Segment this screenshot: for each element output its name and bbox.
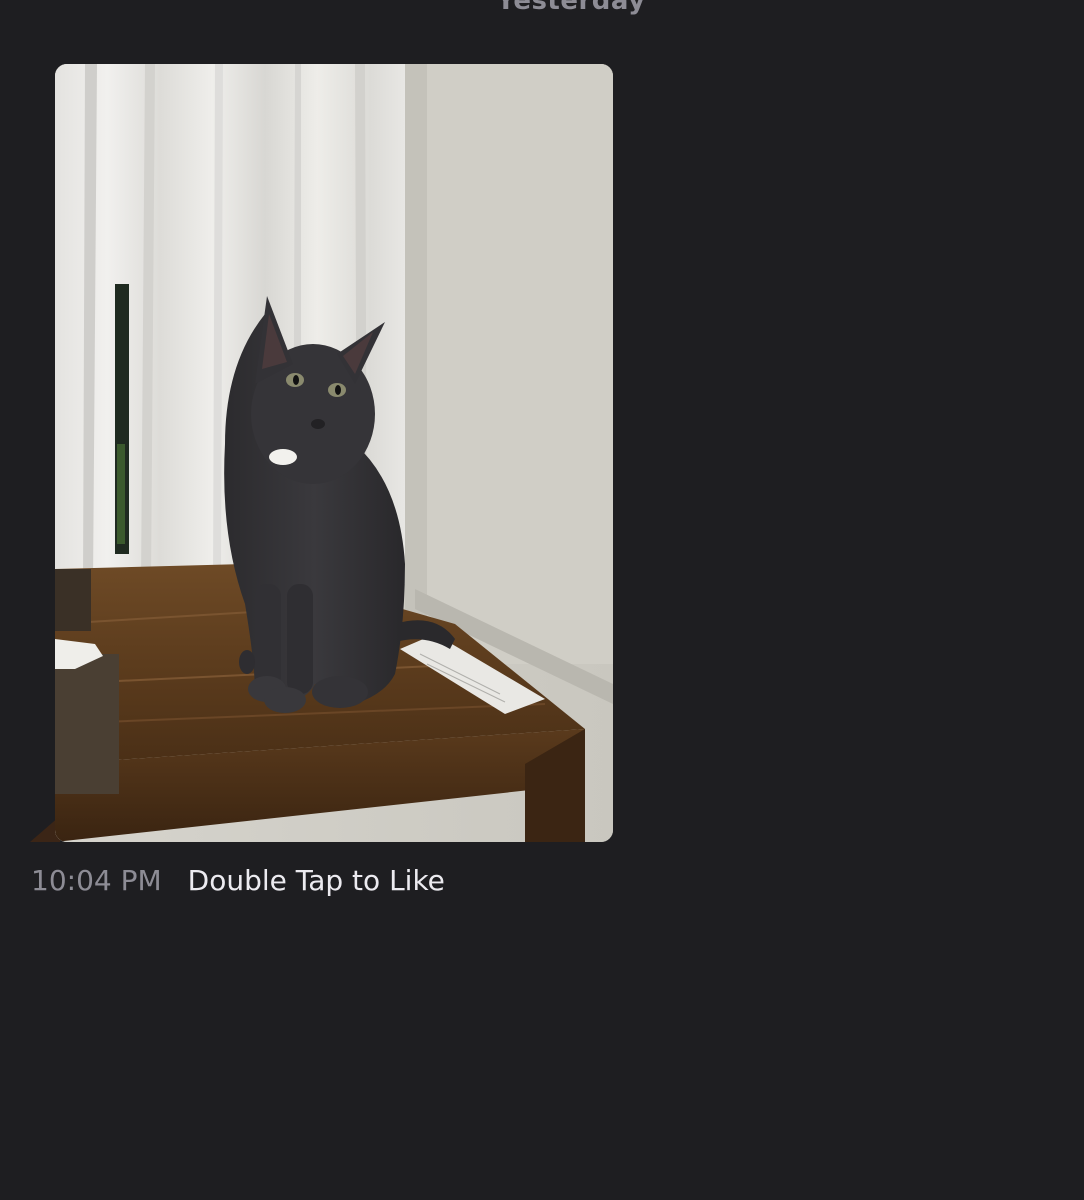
- message-meta: 10:04 PM Double Tap to Like: [31, 860, 445, 900]
- cat-photo: [55, 64, 613, 842]
- photo-message[interactable]: [55, 64, 613, 842]
- double-tap-like-hint[interactable]: Double Tap to Like: [188, 864, 445, 897]
- message-timestamp: 10:04 PM: [31, 863, 162, 897]
- chat-screen: Yesterday 10:04 PM Double Tap to Like: [0, 0, 1084, 1200]
- date-separator: Yesterday: [496, 0, 646, 16]
